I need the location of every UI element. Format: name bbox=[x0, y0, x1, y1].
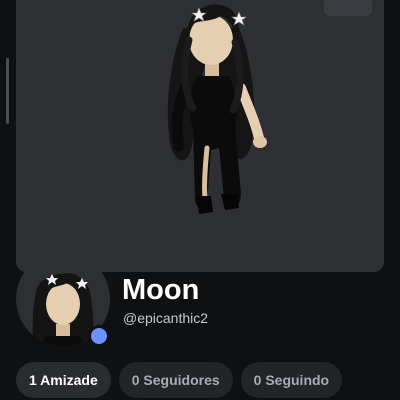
avatar-dress bbox=[189, 76, 241, 210]
avatar-3d-view[interactable] bbox=[16, 0, 384, 272]
headshot-neck bbox=[56, 324, 70, 338]
avatar-right-hand bbox=[253, 136, 267, 148]
following-chip[interactable]: 0 Seguindo bbox=[240, 362, 343, 398]
profile-stats: 1 Amizade 0 Seguidores 0 Seguindo bbox=[16, 362, 343, 398]
online-status-dot bbox=[88, 325, 110, 347]
avatar-leg bbox=[202, 145, 210, 201]
avatar-figure bbox=[167, 4, 267, 214]
headshot-dress bbox=[40, 336, 86, 346]
avatar-view-button[interactable] bbox=[324, 0, 372, 16]
profile-username: @epicanthic2 bbox=[123, 310, 209, 326]
scroll-indicator[interactable] bbox=[6, 58, 9, 124]
followers-chip[interactable]: 0 Seguidores bbox=[118, 362, 233, 398]
avatar-shoes bbox=[197, 194, 239, 214]
profile-display-name: Moon bbox=[122, 274, 200, 306]
friends-chip[interactable]: 1 Amizade bbox=[16, 362, 111, 398]
headshot-face bbox=[46, 283, 80, 325]
